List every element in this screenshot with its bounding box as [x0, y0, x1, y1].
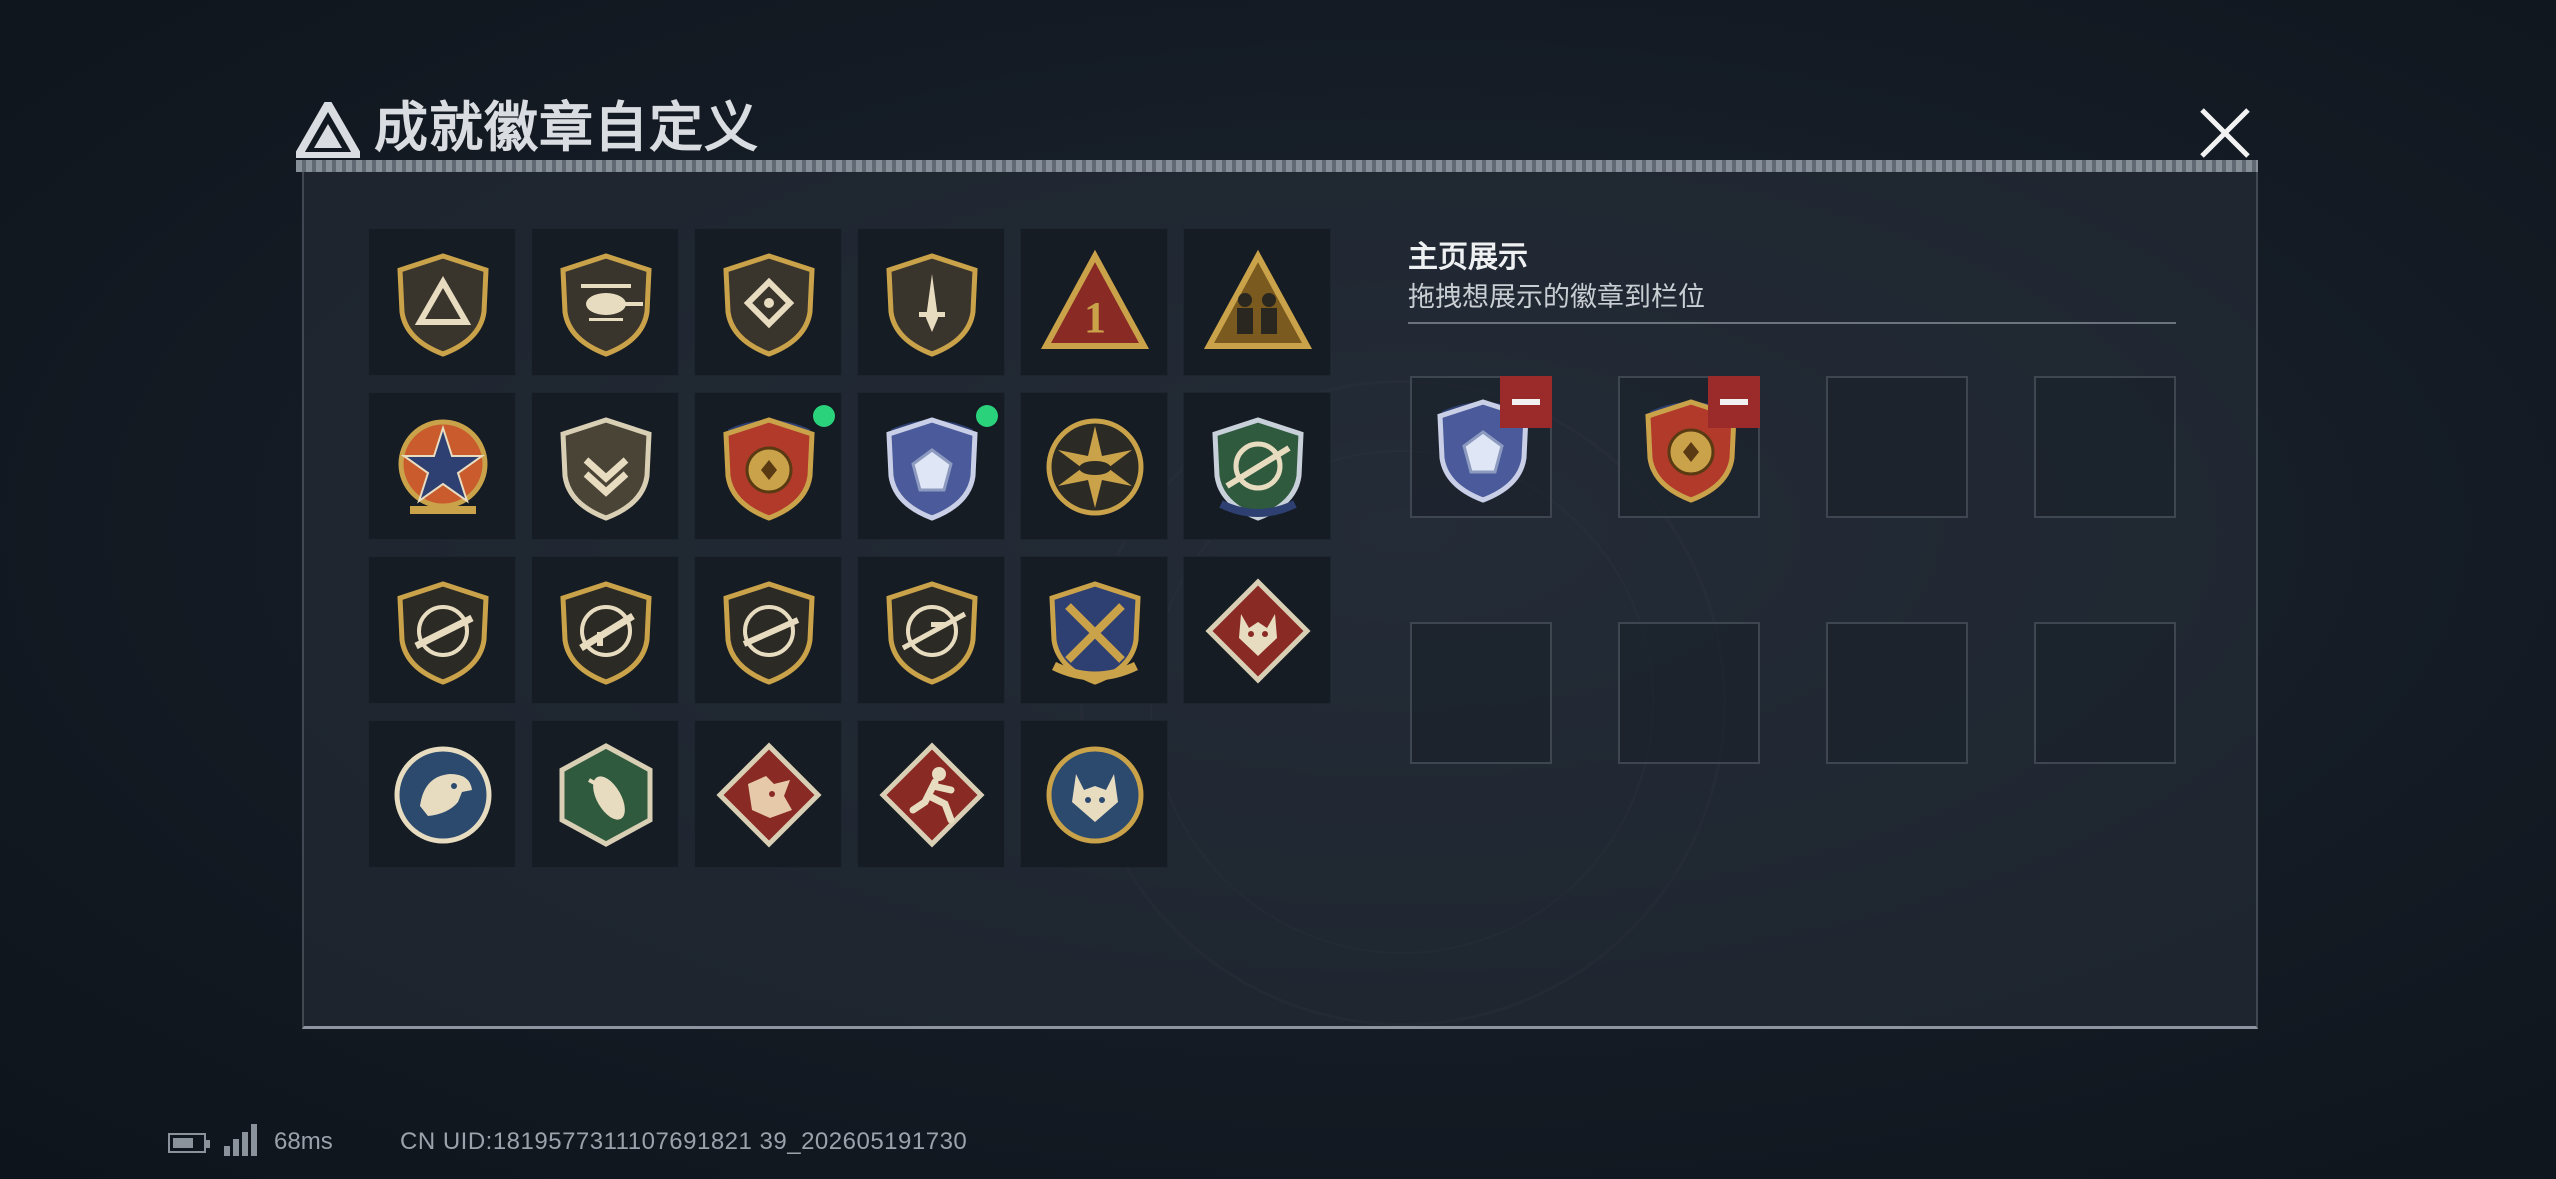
- badge-cell[interactable]: [531, 556, 679, 704]
- showcase-slot-empty[interactable]: [2034, 622, 2176, 764]
- remove-badge-button[interactable]: [1708, 376, 1760, 428]
- triangle-logo-badge-icon: [397, 253, 489, 357]
- badge-cell[interactable]: [531, 720, 679, 868]
- showcase-slot-filled[interactable]: [1410, 376, 1552, 518]
- header-divider: [296, 160, 2258, 172]
- diamond-emblem-badge-icon: [723, 253, 815, 357]
- showcase-slot-empty[interactable]: [1826, 376, 1968, 518]
- badge-cell[interactable]: [1020, 392, 1168, 540]
- new-indicator-dot: [813, 405, 835, 427]
- dialog-title: 成就徽章自定义: [374, 98, 759, 158]
- showcase-slot-empty[interactable]: [2034, 376, 2176, 518]
- badge-cell[interactable]: [694, 392, 842, 540]
- assault-rifle-badge-icon: [560, 581, 652, 685]
- rank-one-badge-icon: 1: [1040, 249, 1150, 349]
- showcase-slot-empty[interactable]: [1618, 622, 1760, 764]
- badge-cell[interactable]: [857, 720, 1005, 868]
- badge-cell[interactable]: [694, 228, 842, 376]
- sniper-rifle-badge-icon: [886, 581, 978, 685]
- lynx-badge-icon: [1046, 746, 1144, 844]
- badge-cell[interactable]: [1183, 556, 1331, 704]
- chevron-shield-badge-icon: [560, 417, 652, 521]
- showcase-slots: [1410, 376, 2176, 764]
- dagger-badge-icon: [886, 253, 978, 357]
- badge-cell[interactable]: [857, 392, 1005, 540]
- badge-cell[interactable]: [694, 720, 842, 868]
- helicopter-badge-icon: [560, 253, 652, 357]
- gold-shield-badge-icon: [723, 417, 815, 521]
- sunburst-badge-icon: [1046, 418, 1144, 516]
- badge-cell[interactable]: 1: [1020, 228, 1168, 376]
- badge-cell[interactable]: [1183, 228, 1331, 376]
- close-icon[interactable]: [2188, 96, 2262, 170]
- badge-cell[interactable]: [694, 556, 842, 704]
- showcase-title: 主页展示: [1408, 241, 1528, 274]
- signal-icon: [224, 1124, 260, 1156]
- shotgun-badge-icon: [723, 581, 815, 685]
- showcase-divider: [1408, 322, 2176, 324]
- battery-icon: [168, 1133, 210, 1153]
- uid-label: CN UID:1819577311107691821 39_2026051917…: [400, 1128, 968, 1155]
- badge-cell[interactable]: [368, 392, 516, 540]
- runner-badge-icon: [879, 742, 985, 848]
- badge-cell[interactable]: [368, 556, 516, 704]
- sniper-crest-badge-icon: [1212, 417, 1304, 521]
- badge-cell[interactable]: [368, 228, 516, 376]
- dragon-badge-icon: [716, 742, 822, 848]
- triangle-logo-icon: [296, 102, 360, 158]
- ping-label: 68ms: [274, 1128, 333, 1155]
- eagle-badge-icon: [394, 746, 492, 844]
- badge-cell[interactable]: [368, 720, 516, 868]
- rifle-badge-icon: [397, 581, 489, 685]
- wolf-badge-icon: [1205, 578, 1311, 684]
- showcase-description: 拖拽想展示的徽章到栏位: [1408, 282, 1705, 312]
- badge-grid: 1: [368, 228, 1331, 868]
- badge-cell[interactable]: [857, 556, 1005, 704]
- remove-badge-button[interactable]: [1500, 376, 1552, 428]
- soldiers-badge-icon: [1203, 249, 1313, 349]
- dialog-header: 成就徽章自定义: [296, 88, 2256, 160]
- badge-cell[interactable]: [1020, 556, 1168, 704]
- badge-cell[interactable]: [531, 392, 679, 540]
- svg-text:1: 1: [1084, 293, 1106, 342]
- crystal-shield-badge-icon: [886, 417, 978, 521]
- crossed-weapons-badge-icon: [1049, 581, 1141, 685]
- showcase-slot-empty[interactable]: [1410, 622, 1552, 764]
- showcase-slot-empty[interactable]: [1826, 622, 1968, 764]
- new-indicator-dot: [976, 405, 998, 427]
- badge-cell[interactable]: [857, 228, 1005, 376]
- badge-cell[interactable]: [531, 228, 679, 376]
- star-medal-badge-icon: [398, 419, 488, 514]
- badge-cell[interactable]: [1020, 720, 1168, 868]
- hornet-badge-icon: [559, 743, 653, 847]
- badge-cell[interactable]: [1183, 392, 1331, 540]
- showcase-slot-filled[interactable]: [1618, 376, 1760, 518]
